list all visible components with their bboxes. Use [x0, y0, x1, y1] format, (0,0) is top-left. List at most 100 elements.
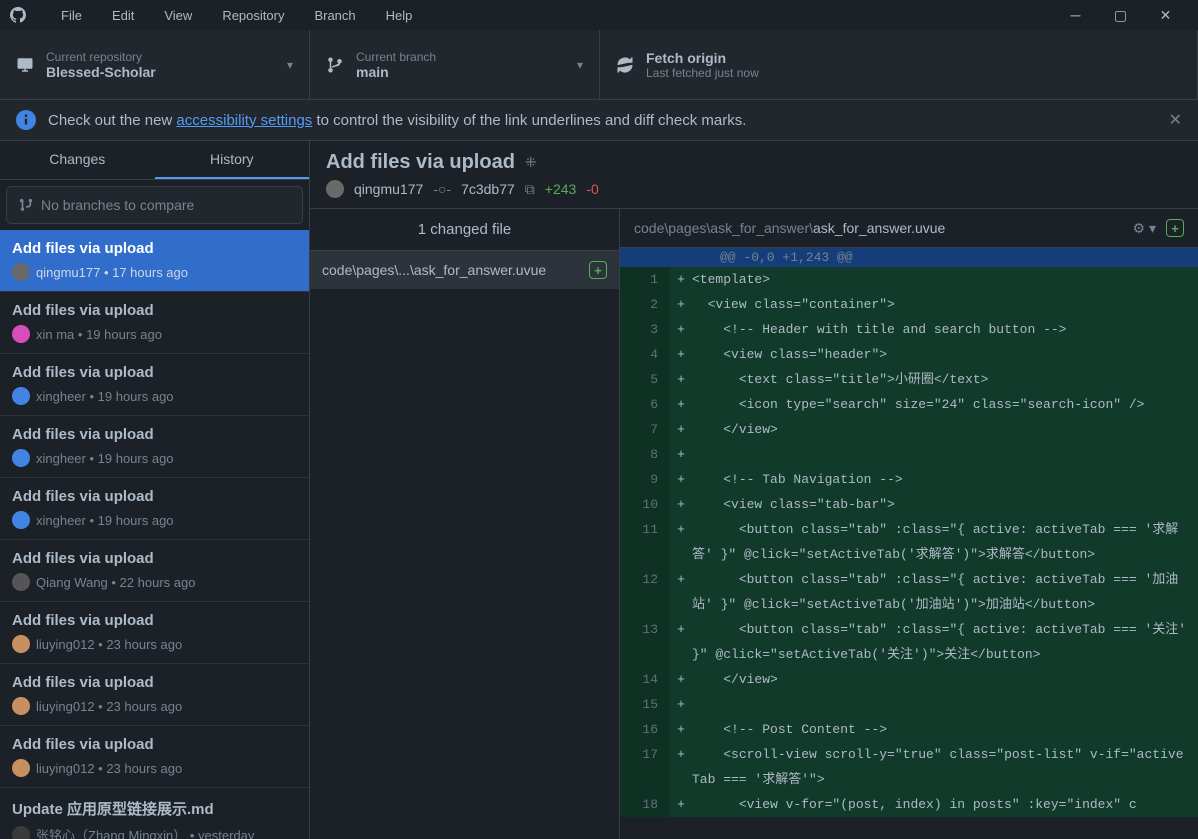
line-code: <view class="header">: [692, 342, 895, 367]
commit-item[interactable]: Add files via uploadliuying012 • 23 hour…: [0, 664, 309, 726]
diff-line: 10+ <view class="tab-bar">: [620, 492, 1198, 517]
branch-compare-label: No branches to compare: [41, 197, 194, 213]
commit-item[interactable]: Add files via upload xingheer • 19 hours …: [0, 354, 309, 416]
diff-body[interactable]: @@ -0,0 +1,243 @@ 1+<template>2+ <view c…: [620, 248, 1198, 839]
commit-item[interactable]: Add files via uploadqingmu177 • 17 hours…: [0, 230, 309, 292]
menu-help[interactable]: Help: [371, 3, 428, 28]
line-number: 4: [620, 342, 670, 367]
diff-file-path: code\pages\ask_for_answer\ask_for_answer…: [634, 220, 945, 236]
commit-item[interactable]: Add files via uploadxingheer • 19 hours …: [0, 478, 309, 540]
commit-item-title: Update 应用原型链接展示.md: [12, 798, 297, 819]
line-code: <icon type="search" size="24" class="sea…: [692, 392, 1152, 417]
commit-item-title: Add files via upload: [12, 364, 297, 381]
line-code: <button class="tab" :class="{ active: ac…: [692, 567, 1198, 617]
line-sign: +: [670, 417, 692, 442]
commit-item-meta: qingmu177 • 17 hours ago: [12, 263, 297, 281]
line-sign: +: [670, 692, 692, 717]
line-number: 11: [620, 517, 670, 567]
avatar: [12, 325, 30, 343]
diff-line: 11+ <button class="tab" :class="{ active…: [620, 517, 1198, 567]
avatar: [12, 573, 30, 591]
window-close-button[interactable]: ✕: [1143, 0, 1188, 30]
commit-item-title: Add files via upload: [12, 674, 297, 691]
commit-item-title: Add files via upload: [12, 550, 297, 567]
chevron-down-icon: ▾: [287, 58, 293, 72]
tab-history[interactable]: History: [155, 141, 310, 179]
compare-icon: [19, 198, 33, 212]
file-item[interactable]: code\pages\...\ask_for_answer.uvue+: [310, 251, 619, 289]
file-status-added-icon: +: [1166, 219, 1184, 237]
avatar: [12, 387, 30, 405]
line-code: <text class="title">小研圈</text>: [692, 367, 996, 392]
menu-file[interactable]: File: [46, 3, 97, 28]
accessibility-settings-link[interactable]: accessibility settings: [176, 112, 312, 129]
branch-compare-dropdown[interactable]: No branches to compare: [6, 186, 303, 224]
chevron-down-icon: ▾: [577, 58, 583, 72]
line-number: 17: [620, 742, 670, 792]
fetch-origin-button[interactable]: Fetch origin Last fetched just now: [600, 30, 1198, 99]
current-branch-dropdown[interactable]: Current branch main ▾: [310, 30, 600, 99]
commit-item[interactable]: Add files via upload Qiang Wang • 22 hour…: [0, 540, 309, 602]
line-number: 2: [620, 292, 670, 317]
banner-text: Check out the new accessibility settings…: [48, 112, 746, 129]
diff-line: 2+ <view class="container">: [620, 292, 1198, 317]
window-minimize-button[interactable]: ─: [1053, 0, 1098, 30]
avatar: [12, 697, 30, 715]
line-sign: +: [670, 517, 692, 567]
commit-item-title: Add files via upload: [12, 736, 297, 753]
menu-view[interactable]: View: [149, 3, 207, 28]
line-number: 14: [620, 667, 670, 692]
commit-item[interactable]: Add files via uploadliuying012 • 23 hour…: [0, 602, 309, 664]
branch-icon: [326, 56, 344, 74]
commit-item[interactable]: Add files via uploadliuying012 • 23 hour…: [0, 726, 309, 788]
copy-sha-button[interactable]: ⧉: [525, 181, 535, 198]
diff-line: 13+ <button class="tab" :class="{ active…: [620, 617, 1198, 667]
line-sign: +: [670, 492, 692, 517]
line-number: 5: [620, 367, 670, 392]
history-list[interactable]: Add files via upload qingmu177 • 17 hours…: [0, 230, 309, 839]
diff-line: 9+ <!-- Tab Navigation -->: [620, 467, 1198, 492]
diff-line: 18+ <view v-for="(post, index) in posts"…: [620, 792, 1198, 817]
line-number: 10: [620, 492, 670, 517]
line-sign: +: [670, 467, 692, 492]
menu-edit[interactable]: Edit: [97, 3, 149, 28]
tab-changes[interactable]: Changes: [0, 141, 155, 179]
line-sign: +: [670, 717, 692, 742]
line-sign: +: [670, 342, 692, 367]
github-logo-icon: [10, 7, 26, 23]
banner-close-button[interactable]: ✕: [1169, 110, 1182, 130]
line-sign: +: [670, 442, 692, 467]
line-number: 8: [620, 442, 670, 467]
diff-line: 8+: [620, 442, 1198, 467]
current-repository-dropdown[interactable]: Current repository Blessed-Scholar ▾: [0, 30, 310, 99]
line-sign: +: [670, 742, 692, 792]
menu-repository[interactable]: Repository: [207, 3, 299, 28]
commit-sha: 7c3db77: [461, 181, 515, 197]
commit-item-meta: xingheer • 19 hours ago: [12, 387, 297, 405]
line-number: 6: [620, 392, 670, 417]
accessibility-banner: Check out the new accessibility settings…: [0, 100, 1198, 141]
line-number: 13: [620, 617, 670, 667]
line-sign: +: [670, 567, 692, 617]
branch-name: main: [356, 64, 565, 80]
expand-icon[interactable]: ⁜: [525, 154, 537, 171]
left-panel: Changes History No branches to compare A…: [0, 141, 310, 839]
diff-settings-button[interactable]: ⚙ ▾: [1133, 220, 1156, 237]
changed-files-header: 1 changed file: [310, 209, 619, 251]
line-code: <template>: [692, 267, 778, 292]
diff-line: 14+ </view>: [620, 667, 1198, 692]
commit-item[interactable]: Update 应用原型链接展示.md张铭心（Zhang Mingxin） • y…: [0, 788, 309, 839]
commit-item-meta: liuying012 • 23 hours ago: [12, 635, 297, 653]
lines-removed: -0: [586, 181, 598, 197]
commit-item[interactable]: Add files via uploadxingheer • 19 hours …: [0, 416, 309, 478]
avatar: [12, 826, 30, 839]
window-maximize-button[interactable]: ▢: [1098, 0, 1143, 30]
diff-line: 17+ <scroll-view scroll-y="true" class="…: [620, 742, 1198, 792]
commit-item[interactable]: Add files via uploadxin ma • 19 hours ag…: [0, 292, 309, 354]
sync-icon: [616, 56, 634, 74]
diff-line: 3+ <!-- Header with title and search but…: [620, 317, 1198, 342]
commit-item-meta: xingheer • 19 hours ago: [12, 449, 297, 467]
line-sign: +: [670, 267, 692, 292]
menu-branch[interactable]: Branch: [299, 3, 370, 28]
commit-item-meta: Qiang Wang • 22 hours ago: [12, 573, 297, 591]
